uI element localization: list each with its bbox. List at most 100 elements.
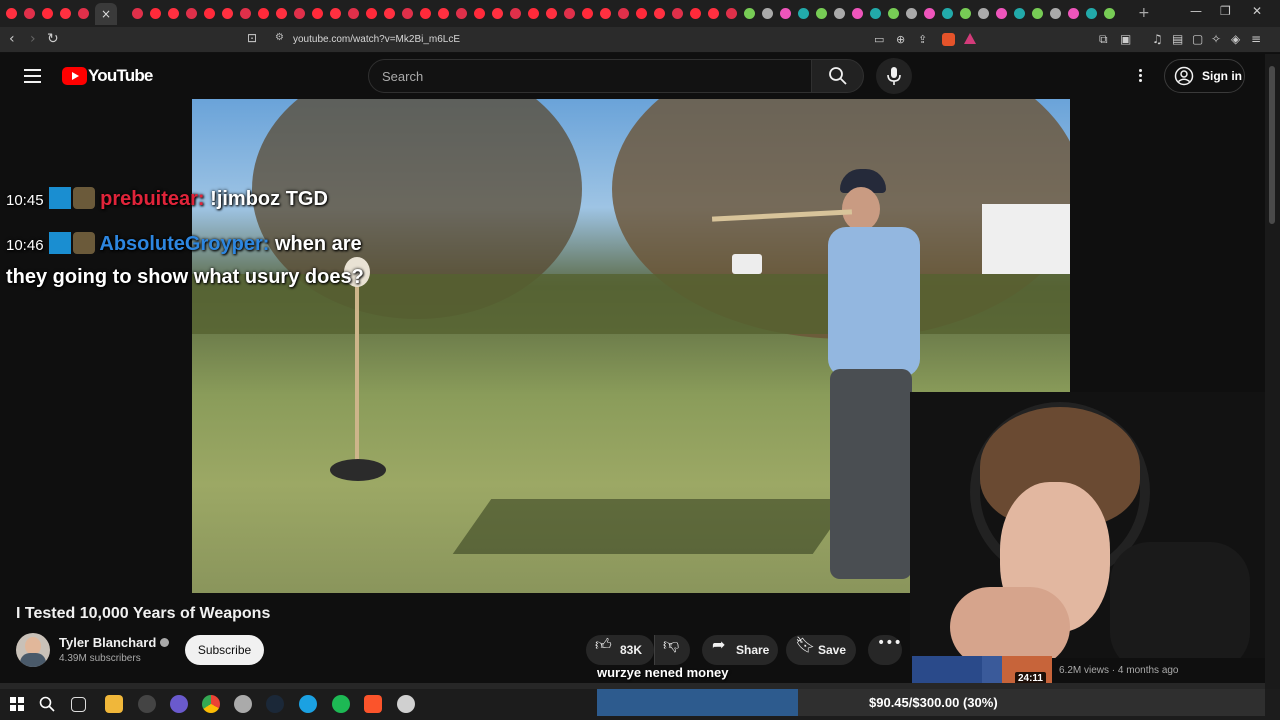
- tab-favicon-icon[interactable]: [330, 8, 341, 19]
- tab-favicon-icon[interactable]: [1086, 8, 1097, 19]
- settings-more-icon[interactable]: [1139, 69, 1143, 84]
- close-window-icon[interactable]: ✕: [1252, 4, 1262, 18]
- tab-favicon-icon[interactable]: [258, 8, 269, 19]
- obs-icon[interactable]: [138, 695, 156, 713]
- search-box[interactable]: [368, 59, 812, 93]
- minimize-icon[interactable]: —: [1190, 4, 1202, 18]
- file-explorer-icon[interactable]: [105, 695, 123, 713]
- tab-favicon-icon[interactable]: [366, 8, 377, 19]
- tab-favicon-icon[interactable]: [294, 8, 305, 19]
- vpn-icon[interactable]: ◈: [1231, 32, 1240, 46]
- tab-favicon-icon[interactable]: [888, 8, 899, 19]
- tab-favicon-icon[interactable]: [564, 8, 575, 19]
- tab-favicon-icon[interactable]: [1050, 8, 1061, 19]
- taskbar-search-icon[interactable]: [39, 696, 55, 712]
- tab-favicon-icon[interactable]: [960, 8, 971, 19]
- tab-favicon-icon[interactable]: [78, 8, 89, 19]
- tab-favicon-icon[interactable]: [636, 8, 647, 19]
- zoom-icon[interactable]: ⊕: [896, 33, 905, 46]
- tab-favicon-icon[interactable]: [582, 8, 593, 19]
- tab-favicon-icon[interactable]: [168, 8, 179, 19]
- tab-favicon-icon[interactable]: [474, 8, 485, 19]
- tab-favicon-icon[interactable]: [150, 8, 161, 19]
- tab-favicon-icon[interactable]: [816, 8, 827, 19]
- tab-favicon-icon[interactable]: [204, 8, 215, 19]
- youtube-logo-icon[interactable]: [62, 67, 87, 85]
- tab-favicon-icon[interactable]: [222, 8, 233, 19]
- tab-favicon-icon[interactable]: [1014, 8, 1025, 19]
- search-input[interactable]: [369, 60, 811, 92]
- tab-favicon-icon[interactable]: [996, 8, 1007, 19]
- voice-search-button[interactable]: [876, 58, 912, 94]
- tab-favicon-icon[interactable]: [348, 8, 359, 19]
- tab-favicon-icon[interactable]: [708, 8, 719, 19]
- tab-favicon-icon[interactable]: [780, 8, 791, 19]
- cast-icon[interactable]: ▭: [874, 33, 884, 46]
- tab-favicon-icon[interactable]: [798, 8, 809, 19]
- tab-favicon-icon[interactable]: [276, 8, 287, 19]
- more-actions-button[interactable]: •••: [868, 635, 902, 665]
- tab-favicon-icon[interactable]: [672, 8, 683, 19]
- share-page-icon[interactable]: ⇪: [918, 33, 927, 46]
- tab-favicon-icon[interactable]: [132, 8, 143, 19]
- tab-favicon-icon[interactable]: [744, 8, 755, 19]
- bookmark-icon[interactable]: ⊡: [247, 31, 257, 45]
- windows-start-icon[interactable]: [10, 697, 24, 711]
- tab-favicon-icon[interactable]: [762, 8, 773, 19]
- save-button[interactable]: 🔖︎ Save: [786, 635, 856, 665]
- subscribe-button[interactable]: Subscribe: [185, 635, 264, 665]
- spotify-icon[interactable]: [332, 695, 350, 713]
- brave-shield-icon[interactable]: [942, 33, 955, 46]
- tab-favicon-icon[interactable]: [456, 8, 467, 19]
- new-tab-button[interactable]: +: [1138, 5, 1150, 21]
- scrollbar-thumb[interactable]: [1269, 66, 1275, 224]
- wallet-icon[interactable]: ▢: [1192, 32, 1203, 46]
- tab-favicon-icon[interactable]: [546, 8, 557, 19]
- tab-favicon-icon[interactable]: [60, 8, 71, 19]
- youtube-wordmark[interactable]: YouTube: [88, 66, 153, 86]
- tab-favicon-icon[interactable]: [600, 8, 611, 19]
- channel-name[interactable]: Tyler Blanchard: [59, 635, 170, 650]
- tab-favicon-icon[interactable]: [492, 8, 503, 19]
- guide-menu-icon[interactable]: [24, 69, 41, 83]
- tab-favicon-icon[interactable]: [870, 8, 881, 19]
- tab-favicon-icon[interactable]: [42, 8, 53, 19]
- site-info-icon[interactable]: ⚙: [275, 32, 285, 44]
- reader-icon[interactable]: ▤: [1172, 32, 1183, 46]
- tab-favicon-icon[interactable]: [510, 8, 521, 19]
- discord-icon[interactable]: [170, 695, 188, 713]
- menu-icon[interactable]: ≡: [1251, 32, 1261, 46]
- tab-favicon-icon[interactable]: [690, 8, 701, 19]
- sign-in-button[interactable]: Sign in: [1164, 59, 1245, 93]
- task-view-icon[interactable]: [71, 697, 86, 712]
- tab-favicon-icon[interactable]: [924, 8, 935, 19]
- share-button[interactable]: ➦ Share: [702, 635, 778, 665]
- tab-favicon-icon[interactable]: [1104, 8, 1115, 19]
- app-icon[interactable]: [234, 695, 252, 713]
- channel-avatar[interactable]: [16, 633, 50, 667]
- forward-icon[interactable]: ›: [30, 31, 36, 47]
- tab-favicon-icon[interactable]: [726, 8, 737, 19]
- tab-favicon-icon[interactable]: [852, 8, 863, 19]
- maximize-icon[interactable]: ❐: [1220, 4, 1231, 18]
- tab-favicon-icon[interactable]: [528, 8, 539, 19]
- tab-favicon-icon[interactable]: [240, 8, 251, 19]
- tab-favicon-icon[interactable]: [420, 8, 431, 19]
- tab-favicon-icon[interactable]: [6, 8, 17, 19]
- sidebar-icon[interactable]: ▣: [1120, 32, 1131, 46]
- tab-favicon-icon[interactable]: [402, 8, 413, 19]
- active-tab[interactable]: ×: [95, 3, 117, 25]
- edge-icon[interactable]: [299, 695, 317, 713]
- tab-favicon-icon[interactable]: [24, 8, 35, 19]
- back-icon[interactable]: ‹: [9, 31, 15, 47]
- tab-favicon-icon[interactable]: [618, 8, 629, 19]
- chrome-icon[interactable]: [202, 695, 220, 713]
- tab-favicon-icon[interactable]: [186, 8, 197, 19]
- tab-favicon-icon[interactable]: [654, 8, 665, 19]
- app-icon[interactable]: [397, 695, 415, 713]
- tab-favicon-icon[interactable]: [312, 8, 323, 19]
- rewards-icon[interactable]: [964, 33, 976, 44]
- url-text[interactable]: youtube.com/watch?v=Mk2Bi_m6LcE: [293, 34, 460, 45]
- close-tab-icon[interactable]: ×: [101, 7, 111, 21]
- leo-icon[interactable]: ✧: [1211, 32, 1221, 46]
